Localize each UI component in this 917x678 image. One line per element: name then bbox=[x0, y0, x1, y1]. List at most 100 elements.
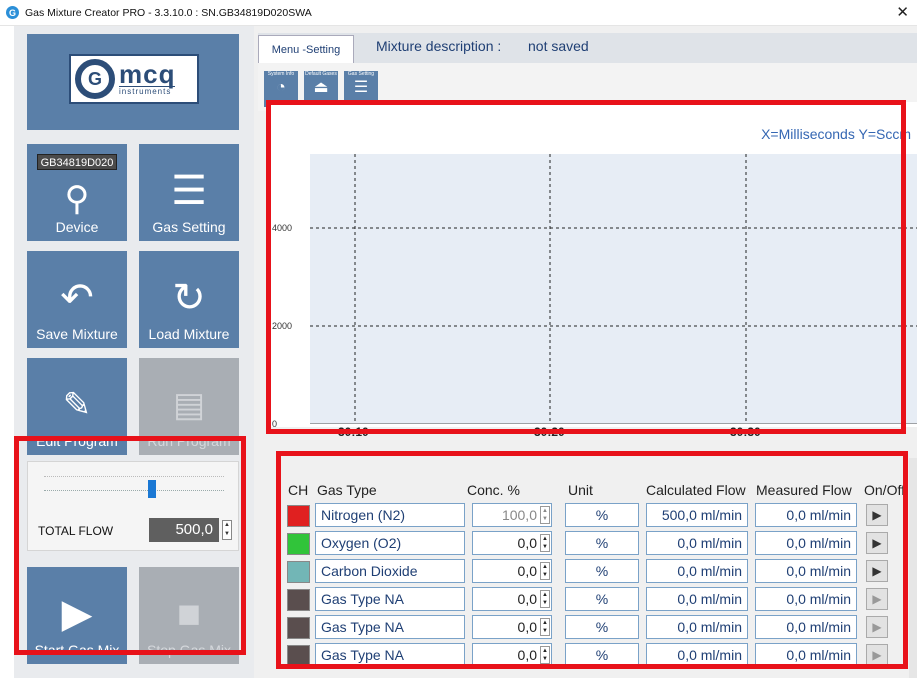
concentration-value: 0,0 bbox=[517, 591, 537, 607]
document-play-icon: ▤ bbox=[172, 386, 206, 424]
header-on-off: On/Off bbox=[864, 482, 905, 498]
unit-select[interactable]: % bbox=[565, 587, 639, 611]
concentration-stepper[interactable]: ▲ ▼ bbox=[540, 646, 550, 664]
logo-brand: mcq bbox=[119, 59, 176, 89]
plot-grid bbox=[310, 154, 917, 425]
edit-program-button[interactable]: ✎ Edit Program bbox=[27, 358, 127, 455]
logo-box: G mcq instruments bbox=[27, 34, 239, 130]
calculated-flow-value: 0,0 ml/min bbox=[646, 559, 748, 583]
gas-setting-label: Gas Setting bbox=[152, 219, 226, 235]
channel-color-swatch[interactable] bbox=[287, 589, 310, 611]
measured-flow-value: 0,0 ml/min bbox=[755, 559, 857, 583]
gas-type-select[interactable]: Gas Type NA bbox=[315, 643, 465, 667]
load-mixture-button[interactable]: ↻ Load Mixture bbox=[139, 251, 239, 348]
channel-toggle-button[interactable]: ▶ bbox=[866, 560, 888, 582]
concentration-input[interactable]: 0,0 ▲ ▼ bbox=[472, 559, 552, 583]
flow-slider-track[interactable] bbox=[44, 490, 224, 494]
concentration-value: 0,0 bbox=[517, 647, 537, 663]
concentration-stepper[interactable]: ▲ ▼ bbox=[540, 618, 550, 636]
start-gas-mix-button[interactable]: ▶ Start Gas Mix bbox=[27, 567, 127, 664]
gas-type-select[interactable]: Gas Type NA bbox=[315, 587, 465, 611]
header-conc: Conc. % bbox=[467, 482, 520, 498]
undo-arrow-icon: ↶ bbox=[60, 276, 94, 320]
stop-gas-mix-label: Stop Gas Mix bbox=[146, 642, 232, 658]
measured-flow-value: 0,0 ml/min bbox=[755, 643, 857, 667]
concentration-input[interactable]: 0,0 ▲ ▼ bbox=[472, 531, 552, 555]
unit-select[interactable]: % bbox=[565, 643, 639, 667]
logo: G mcq instruments bbox=[69, 54, 199, 104]
list-icon: ☰ bbox=[353, 79, 369, 96]
tab-menu-setting[interactable]: Menu -Setting bbox=[258, 35, 354, 63]
calculated-flow-value: 500,0 ml/min bbox=[646, 503, 748, 527]
logo-sub: instruments bbox=[119, 86, 176, 96]
unit-select[interactable]: % bbox=[565, 615, 639, 639]
app-icon: G bbox=[6, 6, 19, 19]
channel-color-swatch[interactable] bbox=[287, 617, 310, 639]
channel-toggle-button[interactable]: ▶ bbox=[866, 532, 888, 554]
channel-toggle-button[interactable]: ▶ bbox=[866, 616, 888, 638]
calculated-flow-value: 0,0 ml/min bbox=[646, 643, 748, 667]
list-icon: ☰ bbox=[171, 169, 207, 213]
gas-type-select[interactable]: Oxygen (O2) bbox=[315, 531, 465, 555]
device-button[interactable]: GB34819D020 ⚲ Device bbox=[27, 144, 127, 241]
header-gas-type: Gas Type bbox=[317, 482, 377, 498]
mixture-description-label: Mixture description : bbox=[376, 38, 502, 54]
x-tick-2: 30:20 bbox=[534, 425, 565, 439]
info-icon: ◔ bbox=[276, 79, 286, 96]
search-icon: ⚲ bbox=[64, 180, 90, 218]
save-mixture-label: Save Mixture bbox=[36, 326, 118, 342]
title-bar: G Gas Mixture Creator PRO - 3.3.10.0 : S… bbox=[0, 0, 917, 26]
channel-toggle-button[interactable]: ▶ bbox=[866, 644, 888, 666]
refresh-icon: ↻ bbox=[172, 276, 206, 320]
channel-toggle-button[interactable]: ▶ bbox=[866, 588, 888, 610]
concentration-stepper[interactable]: ▲ ▼ bbox=[540, 590, 550, 608]
concentration-stepper[interactable]: ▲ ▼ bbox=[540, 562, 550, 580]
concentration-value: 100,0 bbox=[501, 507, 537, 523]
save-mixture-button[interactable]: ↶ Save Mixture bbox=[27, 251, 127, 348]
gas-type-select[interactable]: Carbon Dioxide bbox=[315, 559, 465, 583]
close-icon[interactable]: ✕ bbox=[896, 3, 909, 21]
concentration-input[interactable]: 100,0 ▲ ▼ bbox=[472, 503, 552, 527]
gas-type-select[interactable]: Gas Type NA bbox=[315, 615, 465, 639]
concentration-stepper[interactable]: ▲ ▼ bbox=[540, 534, 550, 552]
channel-toggle-button[interactable]: ▶ bbox=[866, 504, 888, 526]
channel-color-swatch[interactable] bbox=[287, 645, 310, 667]
concentration-input[interactable]: 0,0 ▲ ▼ bbox=[472, 587, 552, 611]
concentration-stepper[interactable]: ▲ ▼ bbox=[540, 506, 550, 524]
measured-flow-value: 0,0 ml/min bbox=[755, 531, 857, 555]
concentration-input[interactable]: 0,0 ▲ ▼ bbox=[472, 643, 552, 667]
table-row: Oxygen (O2) 0,0 ▲ ▼ % 0,0 ml/min 0,0 ml/mi… bbox=[284, 530, 917, 556]
concentration-input[interactable]: 0,0 ▲ ▼ bbox=[472, 615, 552, 639]
stop-icon: ■ bbox=[176, 592, 202, 636]
flow-slider-ticks bbox=[44, 476, 224, 482]
gas-setting-button[interactable]: ☰ Gas Setting bbox=[139, 144, 239, 241]
header-ch: CH bbox=[288, 482, 309, 498]
header-measured-flow: Measured Flow bbox=[756, 482, 852, 498]
channel-color-swatch[interactable] bbox=[287, 533, 310, 555]
unit-select[interactable]: % bbox=[565, 531, 639, 555]
run-program-label: Run Program bbox=[147, 433, 231, 449]
calculated-flow-value: 0,0 ml/min bbox=[646, 531, 748, 555]
unit-select[interactable]: % bbox=[565, 559, 639, 583]
mixture-description-value: not saved bbox=[528, 38, 589, 54]
table-row: Gas Type NA 0,0 ▲ ▼ % 0,0 ml/min 0,0 ml/mi… bbox=[284, 642, 917, 668]
channel-color-swatch[interactable] bbox=[287, 505, 310, 527]
stop-gas-mix-button[interactable]: ■ Stop Gas Mix bbox=[139, 567, 239, 664]
flow-slider-thumb[interactable] bbox=[148, 480, 156, 498]
window-title: Gas Mixture Creator PRO - 3.3.10.0 : SN.… bbox=[25, 6, 312, 19]
gas-type-select[interactable]: Nitrogen (N2) bbox=[315, 503, 465, 527]
header-calculated-flow: Calculated Flow bbox=[646, 482, 746, 498]
table-row: Nitrogen (N2) 100,0 ▲ ▼ % 500,0 ml/min 0,0… bbox=[284, 502, 917, 528]
total-flow-panel: TOTAL FLOW 500,0 ▲ ▼ bbox=[27, 461, 239, 551]
chart-axis-title: X=Milliseconds Y=Sccm bbox=[761, 126, 911, 142]
app-window: G mcq instruments GB34819D020 ⚲ Device ☰… bbox=[14, 26, 917, 678]
total-flow-input[interactable]: 500,0 bbox=[149, 518, 219, 542]
total-flow-stepper[interactable]: ▲ ▼ bbox=[222, 520, 232, 540]
logo-g-icon: G bbox=[75, 59, 115, 99]
table-scrollbar[interactable] bbox=[909, 458, 917, 678]
unit-select[interactable]: % bbox=[565, 503, 639, 527]
edit-document-icon: ✎ bbox=[62, 386, 92, 424]
channel-color-swatch[interactable] bbox=[287, 561, 310, 583]
calculated-flow-value: 0,0 ml/min bbox=[646, 615, 748, 639]
run-program-button[interactable]: ▤ Run Program bbox=[139, 358, 239, 455]
